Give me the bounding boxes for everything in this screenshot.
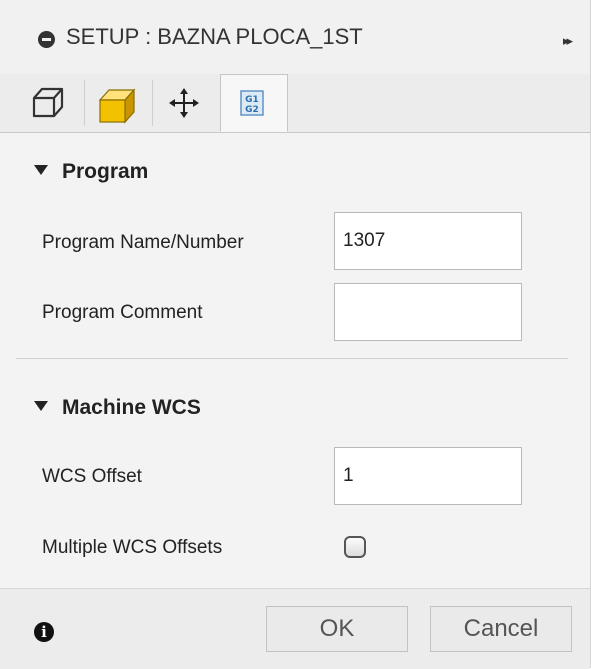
- expand-icon[interactable]: ▸▸: [563, 33, 573, 49]
- wcs-offset-input[interactable]: [334, 447, 522, 505]
- collapse-triangle-icon: [34, 401, 48, 411]
- collapse-triangle-icon: [34, 165, 48, 175]
- solid-box-icon: [98, 88, 136, 124]
- machine-wcs-header-label: Machine WCS: [62, 396, 201, 419]
- multiple-wcs-offsets-checkbox[interactable]: [344, 536, 366, 558]
- tab-program[interactable]: G1 G2: [220, 74, 288, 132]
- tab-post-process[interactable]: [158, 74, 210, 132]
- dialog-title: SETUP : BAZNA PLOCA_1ST: [66, 24, 363, 49]
- program-comment-input[interactable]: [334, 283, 522, 341]
- tab-setup[interactable]: [22, 74, 76, 132]
- program-header-label: Program: [62, 160, 149, 183]
- machine-wcs-section-header[interactable]: Machine WCS: [34, 396, 201, 420]
- title-bar: SETUP : BAZNA PLOCA_1ST ▸▸: [0, 0, 590, 75]
- tab-separator: [84, 80, 85, 126]
- tab-separator: [152, 80, 153, 126]
- setup-dialog: SETUP : BAZNA PLOCA_1ST ▸▸ G1 G2 Program…: [0, 0, 591, 669]
- program-name-input[interactable]: [334, 212, 522, 270]
- multiple-wcs-offsets-label: Multiple WCS Offsets: [42, 537, 223, 558]
- move-arrows-icon: [169, 88, 199, 118]
- info-icon[interactable]: i: [34, 622, 54, 642]
- wcs-offset-label: WCS Offset: [42, 466, 142, 487]
- tab-bar: G1 G2: [0, 74, 590, 133]
- collapse-icon[interactable]: [38, 31, 55, 48]
- program-comment-label: Program Comment: [42, 302, 203, 323]
- ok-button[interactable]: OK: [266, 606, 408, 652]
- program-section-header[interactable]: Program: [34, 160, 148, 184]
- g-code-icon: G1 G2: [240, 90, 264, 116]
- section-divider: [16, 358, 568, 359]
- cancel-button[interactable]: Cancel: [430, 606, 572, 652]
- wireframe-box-icon: [32, 87, 64, 118]
- svg-text:G2: G2: [245, 105, 259, 115]
- tab-stock[interactable]: [92, 74, 146, 132]
- program-name-label: Program Name/Number: [42, 232, 244, 253]
- svg-text:G1: G1: [245, 95, 259, 105]
